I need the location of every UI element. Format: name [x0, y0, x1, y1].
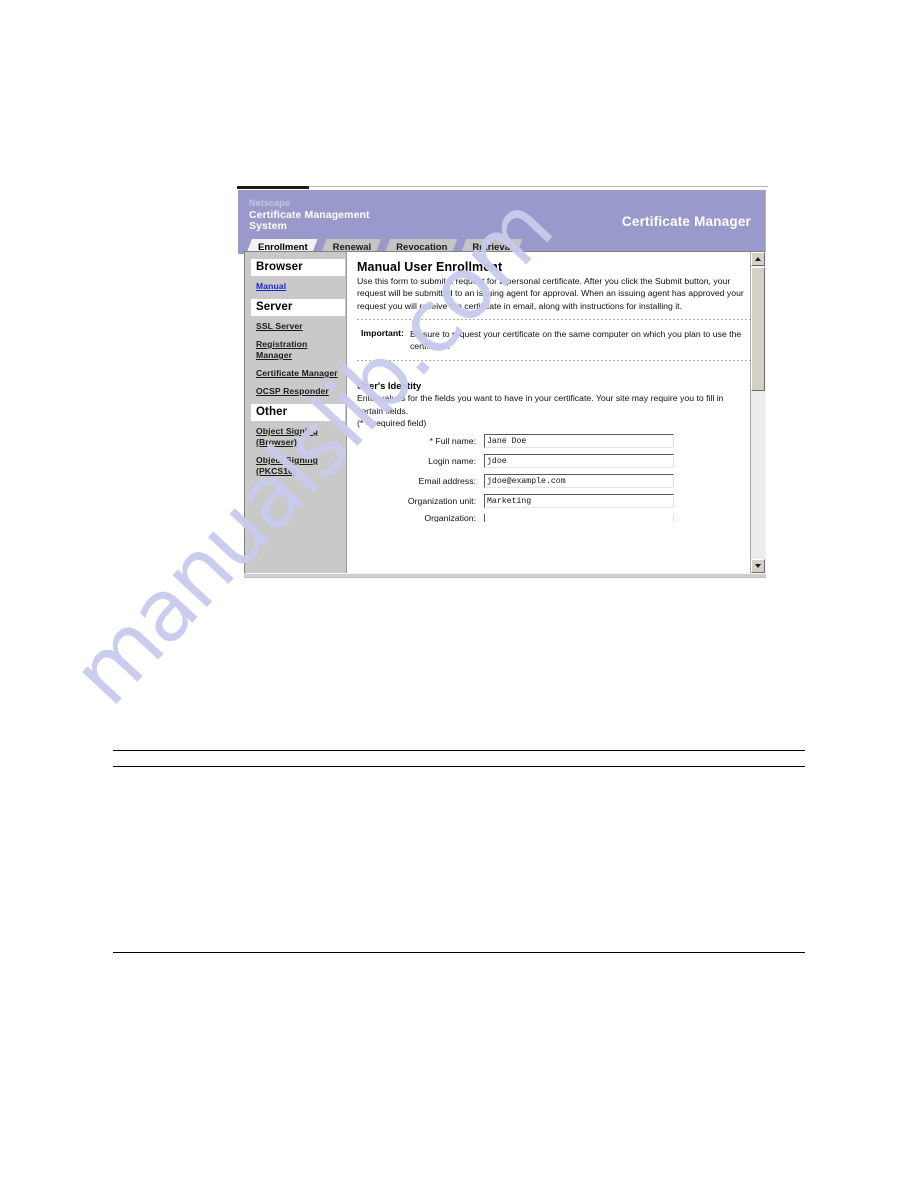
divider-bottom — [357, 360, 753, 362]
section-description: Enter values for the fields you want to … — [357, 393, 724, 416]
brand-netscape: Netscape — [249, 198, 290, 208]
scroll-down-arrow-icon — [755, 564, 761, 568]
sidebar-heading-browser: Browser — [251, 259, 345, 276]
scroll-down-button[interactable] — [751, 559, 765, 573]
product-title: Certificate Manager — [621, 214, 751, 229]
identity-form: * Full name: Login name: Email address: … — [357, 434, 753, 523]
organization-unit-label: Organization unit: — [407, 496, 476, 507]
scroll-up-button[interactable] — [751, 252, 765, 266]
document-rule-second — [113, 766, 805, 767]
full-name-label: * Full name: — [429, 436, 476, 447]
full-name-input[interactable] — [484, 434, 674, 449]
window-frame-edge — [309, 186, 768, 187]
login-name-input[interactable] — [484, 454, 674, 469]
section-title-users-identity: User's Identity — [357, 380, 422, 392]
sidebar: Browser Manual Server SSL Server Registr… — [245, 252, 346, 573]
sidebar-item-ocsp-responder[interactable]: OCSP Responder — [251, 386, 345, 397]
brand-line-2: System — [249, 220, 287, 232]
sidebar-item-certificate-manager[interactable]: Certificate Manager — [251, 368, 345, 379]
document-rule-top — [113, 750, 805, 751]
form-row-login-name: Login name: — [357, 454, 753, 469]
window-frame-accent — [237, 186, 309, 189]
required-field-note: (* = required field) — [357, 418, 427, 429]
important-label: Important: — [361, 327, 404, 338]
scroll-up-arrow-icon — [755, 257, 761, 261]
sidebar-item-object-signing-pkcs10[interactable]: Object Signing (PKCS10) — [251, 455, 345, 477]
form-row-full-name: * Full name: — [357, 434, 753, 449]
sidebar-item-ssl-server[interactable]: SSL Server — [251, 321, 345, 332]
scrollbar-thumb[interactable] — [751, 267, 765, 391]
page-watermark: manualslib.com — [0, 0, 918, 1188]
email-address-label: Email address: — [418, 476, 476, 487]
sidebar-item-manual[interactable]: Manual — [251, 281, 345, 292]
sidebar-heading-server: Server — [251, 299, 345, 316]
vertical-scrollbar[interactable] — [750, 252, 765, 573]
login-name-label: Login name: — [428, 456, 476, 467]
organization-input[interactable] — [484, 514, 674, 523]
content-shell: Browser Manual Server SSL Server Registr… — [244, 251, 766, 574]
email-address-input[interactable] — [484, 474, 674, 489]
page-title: Manual User Enrollment — [357, 260, 503, 274]
important-note: Important: Be sure to request your certi… — [357, 328, 753, 353]
form-row-email-address: Email address: — [357, 474, 753, 489]
divider-top — [357, 318, 753, 320]
organization-unit-input[interactable] — [484, 494, 674, 509]
app-banner: Netscape Certificate Management System C… — [238, 190, 766, 254]
brand-block: Netscape Certificate Management System — [249, 198, 370, 233]
certificate-manager-window: Netscape Certificate Management System C… — [237, 186, 768, 589]
form-row-organization-unit: Organization unit: — [357, 494, 753, 509]
main-panel: Manual User Enrollment Use this form to … — [346, 252, 765, 573]
important-text: Be sure to request your certificate on t… — [409, 328, 742, 352]
panel-bottom-edge — [244, 574, 766, 578]
sidebar-item-object-signing-browser[interactable]: Object Signing (Browser) — [251, 426, 345, 448]
sidebar-heading-other: Other — [251, 404, 345, 421]
sidebar-item-registration-manager[interactable]: Registration Manager — [251, 339, 345, 361]
page-intro-text: Use this form to submit a request for a … — [357, 276, 744, 311]
organization-label: Organization: — [424, 514, 476, 523]
form-row-organization: Organization: — [357, 514, 753, 523]
document-rule-bottom — [113, 952, 805, 953]
